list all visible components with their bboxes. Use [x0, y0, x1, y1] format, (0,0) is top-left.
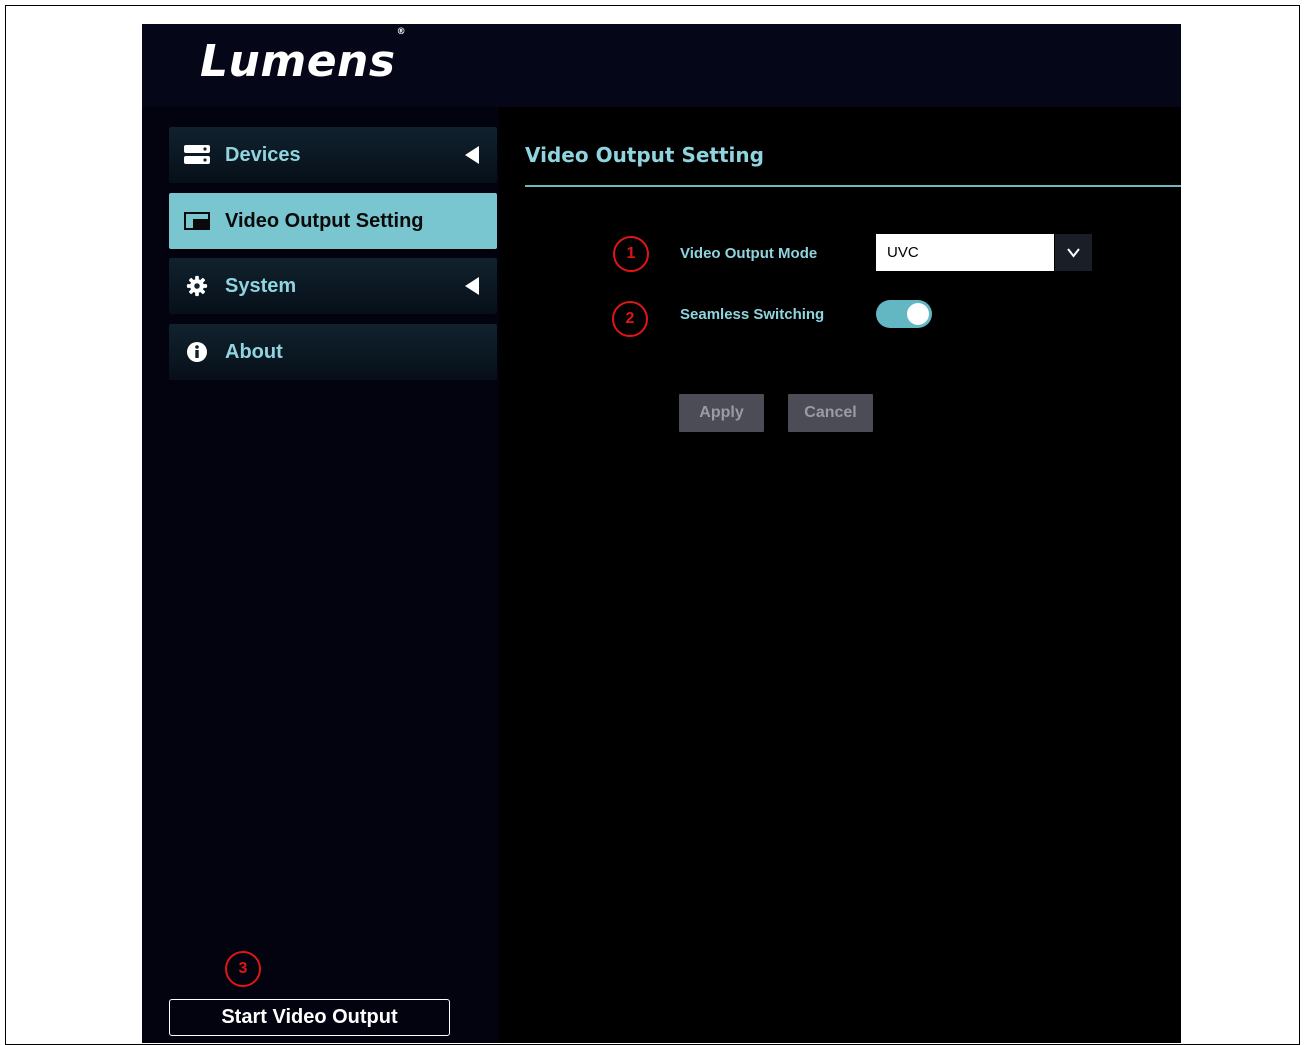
sidebar-item-video-output-setting[interactable]: Video Output Setting [169, 193, 497, 249]
cancel-button[interactable]: Cancel [788, 394, 873, 432]
seamless-switching-toggle[interactable] [876, 300, 932, 328]
select-value: UVC [876, 234, 1054, 271]
page-title: Video Output Setting [525, 143, 764, 167]
callout-marker-2: 2 [612, 301, 648, 337]
apply-button[interactable]: Apply [679, 394, 764, 432]
registered-mark: ® [396, 27, 407, 38]
sidebar-item-label: System [225, 275, 297, 297]
info-icon [184, 341, 210, 363]
caret-left-icon [465, 146, 479, 164]
seamless-switching-label: Seamless Switching [680, 306, 825, 323]
app-window: Lumens® Devices Video Output Setting Sys… [142, 24, 1181, 1043]
header-bar: Lumens® [142, 24, 1181, 107]
caret-left-icon [465, 277, 479, 295]
sidebar: Devices Video Output Setting System Abou… [142, 107, 498, 1043]
chevron-down-icon [1067, 248, 1080, 258]
sidebar-item-label: About [225, 341, 283, 363]
title-divider [525, 185, 1181, 187]
lumens-logo: Lumens® [200, 27, 406, 87]
window-icon [184, 210, 210, 232]
start-video-output-button[interactable]: Start Video Output [169, 999, 450, 1036]
toggle-knob [907, 303, 929, 325]
sidebar-item-label: Video Output Setting [225, 210, 424, 232]
sidebar-item-label: Devices [225, 144, 301, 166]
select-dropdown-button[interactable] [1055, 234, 1092, 271]
video-output-mode-select[interactable]: UVC [876, 234, 1092, 271]
callout-marker-3: 3 [225, 951, 261, 987]
sidebar-item-system[interactable]: System [169, 258, 497, 314]
main-panel: Video Output Setting 1 Video Output Mode… [499, 107, 1181, 1043]
sidebar-item-about[interactable]: About [169, 324, 497, 380]
sidebar-item-devices[interactable]: Devices [169, 127, 497, 183]
logo-text: Lumens [200, 36, 396, 87]
callout-marker-1: 1 [613, 236, 649, 272]
gear-icon [184, 275, 210, 297]
video-output-mode-label: Video Output Mode [680, 245, 818, 262]
server-icon [184, 144, 210, 166]
